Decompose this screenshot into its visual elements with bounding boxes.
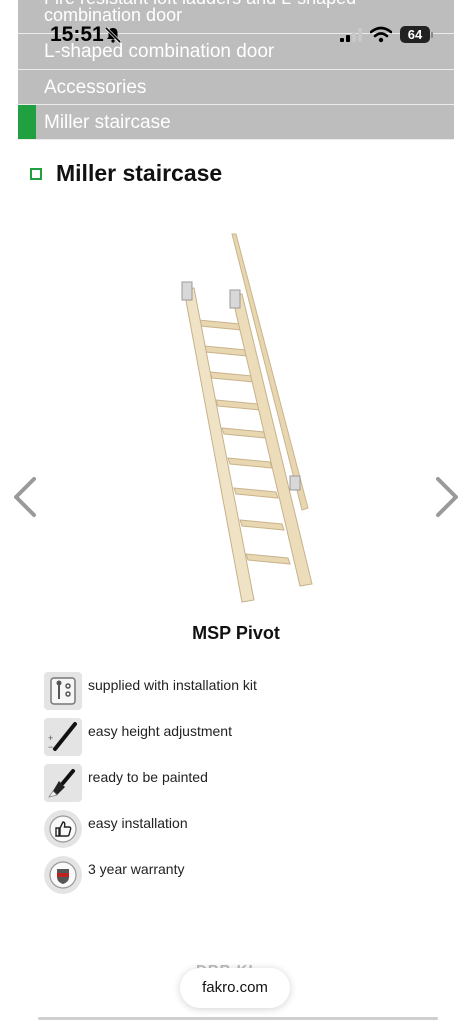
battery-indicator: 64 (400, 26, 430, 43)
feature-text: 3 year warranty (88, 861, 185, 877)
paint-brush-icon (44, 764, 82, 802)
thumbs-up-icon (44, 810, 82, 848)
product-carousel (0, 220, 472, 610)
section-title: Miller staircase (56, 160, 223, 186)
menu-item-miller-staircase[interactable]: Miller staircase (18, 105, 454, 140)
status-time: 15:51 (50, 23, 104, 46)
ladder-product-image[interactable] (170, 220, 320, 605)
feature-item: ready to be painted (44, 764, 444, 810)
square-bullet-icon (30, 167, 42, 180)
wifi-icon (370, 26, 392, 43)
feature-item: 3 year warranty (44, 856, 444, 902)
feature-text: supplied with installation kit (88, 677, 257, 693)
feature-item: easy installation (44, 810, 444, 856)
cellular-signal-icon (340, 28, 362, 42)
product-name: MSP Pivot (192, 623, 280, 643)
installation-kit-icon (44, 672, 82, 710)
menu-item-accessories[interactable]: Accessories (18, 70, 454, 105)
feature-item: + − easy height adjustment (44, 718, 444, 764)
url-bar[interactable]: fakro.com (180, 968, 290, 1008)
feature-text: ready to be painted (88, 769, 208, 785)
feature-text: easy installation (88, 815, 188, 831)
section-heading: Miller staircase (30, 160, 222, 187)
menu-item-label: Accessories (44, 77, 147, 98)
battery-tip (431, 32, 433, 38)
height-adjustment-icon: + − (44, 718, 82, 756)
svg-text:−: − (48, 742, 53, 752)
bell-slash-icon (104, 26, 122, 44)
warranty-badge-icon (44, 856, 82, 894)
chevron-right-icon[interactable] (432, 475, 462, 519)
chevron-left-icon[interactable] (10, 475, 40, 519)
feature-list: supplied with installation kit + − easy … (44, 672, 444, 902)
menu-item-label: Miller staircase (44, 112, 171, 133)
status-bar: 15:51 64 (0, 0, 472, 64)
home-indicator[interactable] (38, 1017, 438, 1020)
feature-item: supplied with installation kit (44, 672, 444, 718)
menu-item-active-marker (18, 105, 36, 139)
feature-text: easy height adjustment (88, 723, 232, 739)
menu-item-marker (18, 70, 36, 104)
